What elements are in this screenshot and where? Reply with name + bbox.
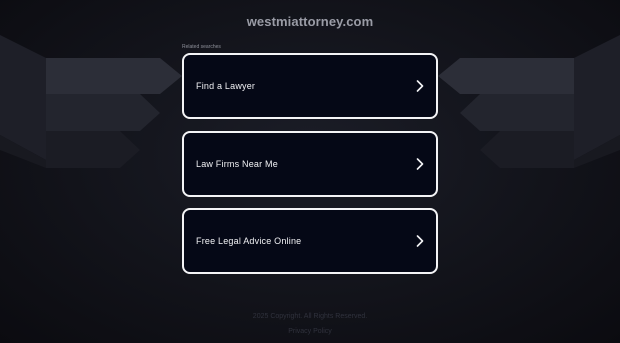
right-banner-1	[438, 58, 574, 94]
chevron-right-icon	[414, 79, 426, 93]
chevron-right-icon	[414, 157, 426, 171]
search-link-label: Free Legal Advice Online	[196, 236, 302, 246]
copyright-text: 2025 Copyright. All Rights Reserved.	[252, 313, 368, 320]
left-banner-1	[46, 58, 182, 94]
right-banner-2	[460, 94, 574, 131]
domain-title: westmiattorney.com	[246, 14, 374, 29]
parked-domain-page: westmiattorney.com Related searches Find…	[0, 0, 620, 343]
search-link-label: Find a Lawyer	[196, 81, 256, 91]
chevron-right-icon	[414, 234, 426, 248]
related-searches-label: Related searches	[182, 44, 221, 50]
left-banner-3	[46, 131, 140, 168]
search-link-law-firms-near-me[interactable]: Law Firms Near Me	[182, 131, 438, 197]
right-banner-3	[480, 131, 574, 168]
search-link-free-legal-advice-online[interactable]: Free Legal Advice Online	[182, 208, 438, 274]
search-link-label: Law Firms Near Me	[196, 159, 278, 169]
search-link-find-a-lawyer[interactable]: Find a Lawyer	[182, 53, 438, 119]
left-banner-2	[46, 94, 160, 131]
privacy-policy-link[interactable]: Privacy Policy	[0, 328, 620, 335]
